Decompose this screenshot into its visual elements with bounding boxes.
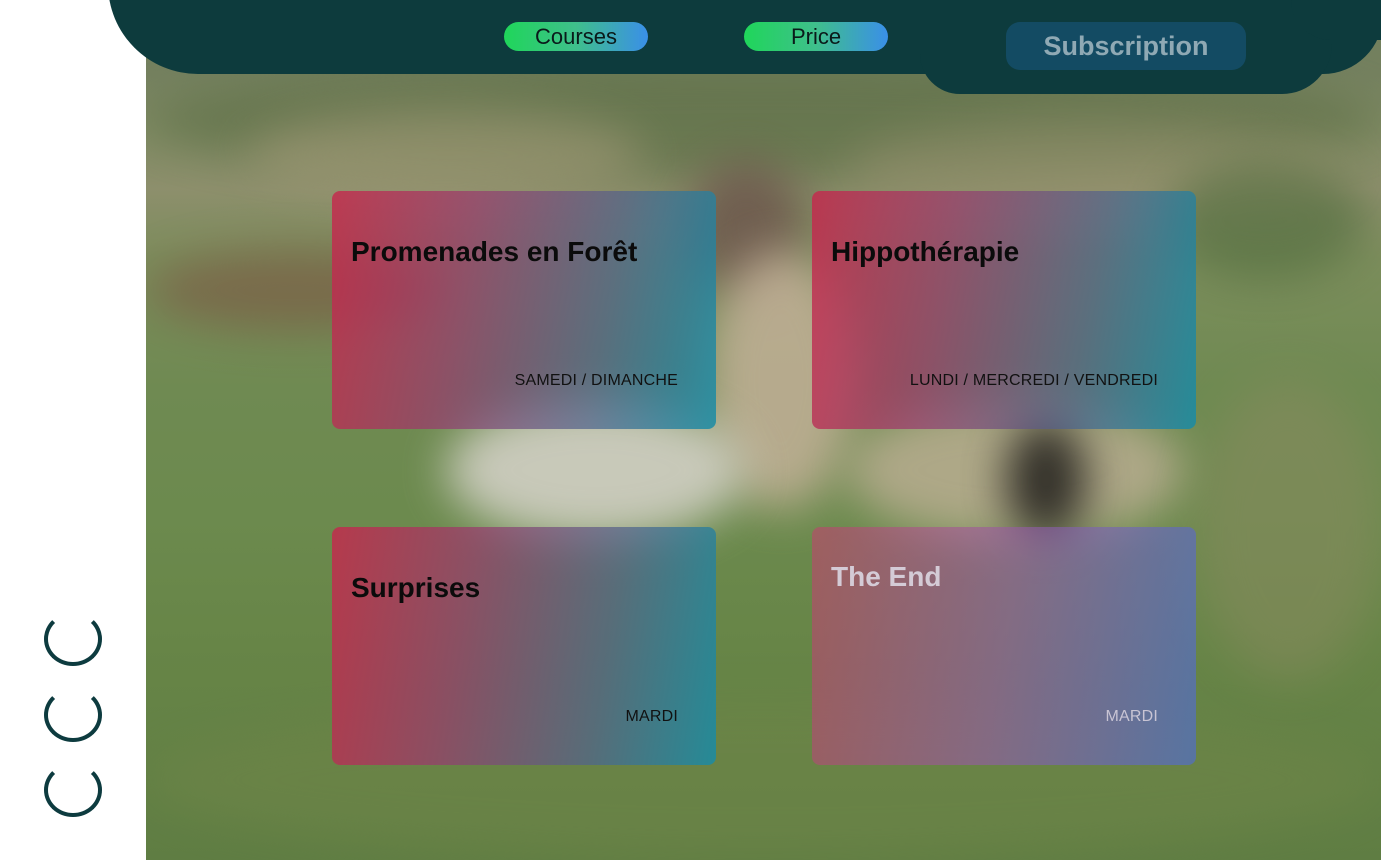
page: Courses Price Subscription Promenades en…: [0, 0, 1381, 860]
nav-courses-button[interactable]: Courses: [504, 22, 648, 51]
loading-spinner-icon: [44, 688, 102, 742]
card-days: LUNDI / MERCREDI / VENDREDI: [909, 372, 1158, 389]
card-title: Surprises: [351, 572, 481, 603]
card-days: MARDI: [1105, 708, 1158, 725]
course-card[interactable]: Promenades en Forêt SAMEDI / DIMANCHE: [332, 191, 716, 429]
card-title: Hippothérapie: [831, 236, 1020, 267]
card-title: The End: [831, 561, 942, 592]
card-days: MARDI: [625, 708, 678, 725]
course-card[interactable]: Surprises MARDI: [332, 527, 716, 765]
course-card[interactable]: The End MARDI: [812, 527, 1196, 765]
course-card[interactable]: Hippothérapie LUNDI / MERCREDI / VENDRED…: [812, 191, 1196, 429]
loading-spinner-icon: [44, 763, 102, 817]
nav-price-button[interactable]: Price: [744, 22, 888, 51]
card-title: Promenades en Forêt: [351, 236, 638, 267]
sidebar: [0, 0, 146, 860]
subscription-button[interactable]: Subscription: [1006, 22, 1246, 70]
card-days: SAMEDI / DIMANCHE: [514, 372, 678, 389]
loading-spinner-icon: [44, 612, 102, 666]
